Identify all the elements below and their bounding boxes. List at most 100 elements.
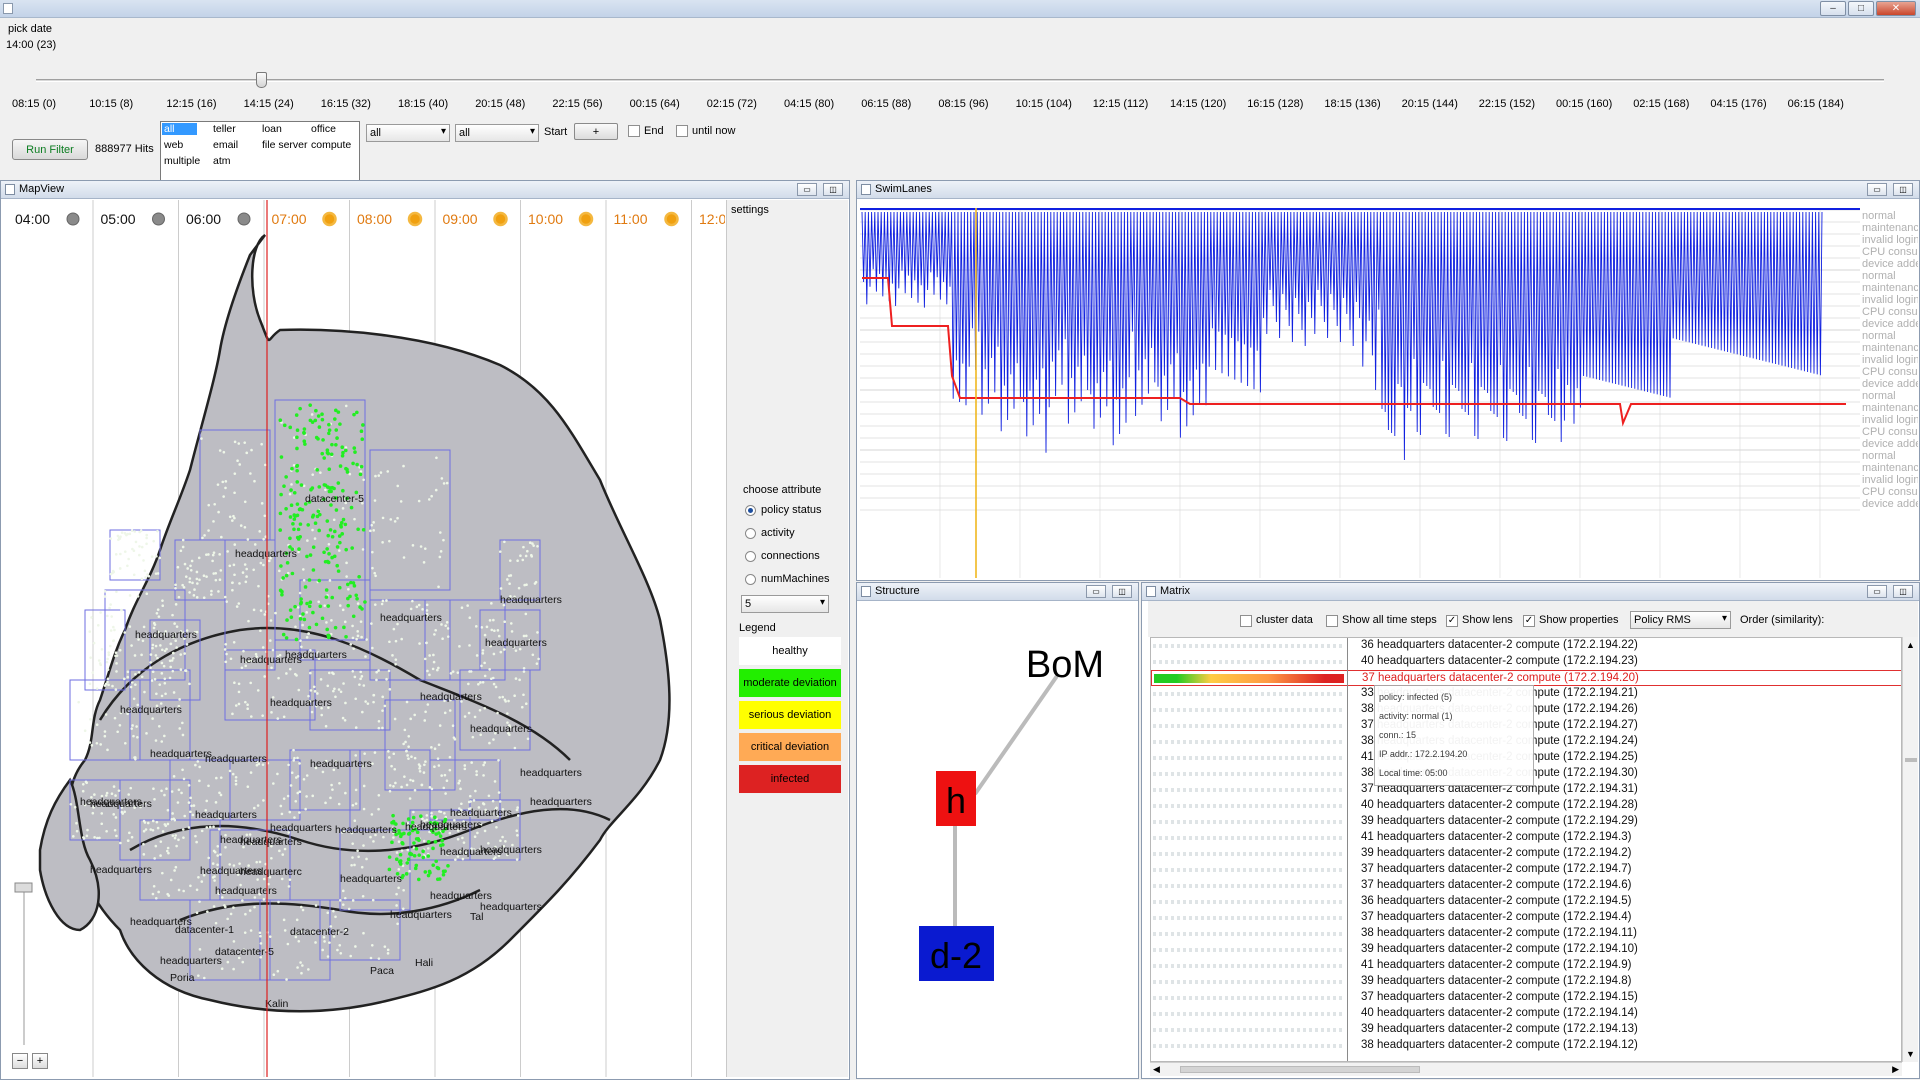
attr-radio-activity[interactable] xyxy=(745,528,756,539)
host-dot xyxy=(468,616,472,619)
maximize-icon[interactable]: ◫ xyxy=(823,183,843,196)
host-dot xyxy=(338,549,341,552)
zoom-out-button[interactable]: − xyxy=(12,1053,28,1069)
structure-node-bom[interactable]: BoM xyxy=(1026,644,1104,686)
swimlanes-canvas[interactable]: normalmaintenanceinvalid loginsCPU consu… xyxy=(860,208,1918,578)
attr-radio-connections[interactable] xyxy=(745,551,756,562)
matrix-row[interactable]: 40 headquarters datacenter-2 compute (17… xyxy=(1151,1006,1901,1022)
maximize-button[interactable]: □ xyxy=(1848,1,1874,16)
host-dot xyxy=(372,529,376,532)
type-item[interactable]: multiple xyxy=(164,155,200,167)
matrix-row[interactable]: 38 headquarters datacenter-2 compute (17… xyxy=(1151,1038,1901,1054)
host-dot xyxy=(228,769,232,773)
host-dot-moderate xyxy=(344,466,348,471)
matrix-row[interactable]: 37 headquarters datacenter-2 compute (17… xyxy=(1151,910,1901,926)
type-item[interactable]: loan xyxy=(262,123,282,135)
host-dot xyxy=(85,834,89,838)
minimize-icon[interactable]: ▭ xyxy=(1867,585,1887,598)
host-dot xyxy=(407,745,410,748)
close-button[interactable]: ✕ xyxy=(1876,1,1916,16)
host-dot xyxy=(312,685,316,689)
hscroll-thumb[interactable] xyxy=(1180,1066,1420,1073)
host-dot xyxy=(246,538,250,541)
start-add-button[interactable]: + xyxy=(574,123,618,140)
matrix-row[interactable]: 39 headquarters datacenter-2 compute (17… xyxy=(1151,814,1901,830)
host-dot xyxy=(107,683,110,687)
matrix-row[interactable]: 39 headquarters datacenter-2 compute (17… xyxy=(1151,942,1901,958)
structure-node-d2[interactable]: d-2 xyxy=(930,935,982,976)
matrix-row[interactable]: 39 headquarters datacenter-2 compute (17… xyxy=(1151,1022,1901,1038)
scroll-left-icon[interactable]: ◀ xyxy=(1153,1064,1160,1075)
host-dot xyxy=(311,528,314,532)
attr-radio-nummachines[interactable] xyxy=(745,574,756,585)
run-filter-button[interactable]: Run Filter xyxy=(12,139,88,160)
structure-canvas[interactable]: BoM h d-2 xyxy=(857,601,1137,1076)
matrix-row[interactable]: 37 headquarters datacenter-2 compute (17… xyxy=(1151,878,1901,894)
minimize-button[interactable]: – xyxy=(1820,1,1846,16)
scroll-thumb[interactable] xyxy=(1905,758,1917,762)
show-lens-checkbox[interactable]: ✓ xyxy=(1446,615,1458,627)
matrix-row[interactable]: 37 headquarters datacenter-2 compute (17… xyxy=(1151,670,1901,686)
scroll-right-icon[interactable]: ▶ xyxy=(1892,1064,1899,1075)
matrix-row[interactable]: 38 headquarters datacenter-2 compute (17… xyxy=(1151,926,1901,942)
show-all-checkbox[interactable] xyxy=(1326,615,1338,627)
map-canvas[interactable]: 04:00 05:00 06:00 07:00 08:00 09:00 10:00 11:00… xyxy=(10,200,725,1077)
policy-combo[interactable]: Policy RMS xyxy=(1630,611,1731,629)
matrix-row[interactable]: 37 headquarters datacenter-2 compute (17… xyxy=(1151,862,1901,878)
type-item[interactable]: all xyxy=(162,123,197,135)
matrix-row[interactable]: 39 headquarters datacenter-2 compute (17… xyxy=(1151,846,1901,862)
zoom-slider-thumb[interactable] xyxy=(14,882,33,893)
host-dot-moderate xyxy=(302,617,307,622)
matrix-row[interactable]: 40 headquarters datacenter-2 compute (17… xyxy=(1151,654,1901,670)
end-checkbox[interactable] xyxy=(628,125,640,137)
structure-svg[interactable]: BoM h d-2 xyxy=(857,601,1137,1076)
structure-title: Structure xyxy=(875,585,920,597)
minimize-icon[interactable]: ▭ xyxy=(797,183,817,196)
host-dot xyxy=(200,437,203,440)
until-now-checkbox[interactable] xyxy=(676,125,688,137)
type-item[interactable]: web xyxy=(164,139,183,151)
matrix-row-label: 36 headquarters datacenter-2 compute (17… xyxy=(1361,639,1638,651)
minimize-icon[interactable]: ▭ xyxy=(1867,183,1887,196)
site-combo[interactable]: all xyxy=(455,124,539,142)
matrix-row[interactable]: 41 headquarters datacenter-2 compute (17… xyxy=(1151,958,1901,974)
host-dot xyxy=(175,625,179,628)
minimize-icon[interactable]: ▭ xyxy=(1086,585,1106,598)
location-combo[interactable]: all xyxy=(366,124,450,142)
host-dot xyxy=(388,789,392,793)
type-listbox[interactable]: all web multiple teller email atm loan f… xyxy=(160,121,360,181)
host-dot xyxy=(461,836,464,840)
date-slider-track[interactable] xyxy=(36,79,1884,82)
type-item[interactable]: compute xyxy=(311,139,351,151)
cluster-data-checkbox[interactable] xyxy=(1240,615,1252,627)
matrix-row[interactable]: 36 headquarters datacenter-2 compute (17… xyxy=(1151,894,1901,910)
hour-label: 09:00 xyxy=(443,211,478,227)
type-item[interactable]: teller xyxy=(213,123,236,135)
matrix-row[interactable]: 39 headquarters datacenter-2 compute (17… xyxy=(1151,974,1901,990)
attr-radio-policy[interactable] xyxy=(745,505,756,516)
maximize-icon[interactable]: ◫ xyxy=(1893,585,1913,598)
host-dot xyxy=(285,672,288,675)
matrix-horizontal-scrollbar[interactable]: ◀ ▶ xyxy=(1150,1062,1902,1076)
type-item[interactable]: atm xyxy=(213,155,231,167)
matrix-row[interactable]: 40 headquarters datacenter-2 compute (17… xyxy=(1151,798,1901,814)
count-combo[interactable]: 5 xyxy=(741,595,829,613)
structure-node-h[interactable]: h xyxy=(946,780,966,821)
type-item[interactable]: email xyxy=(213,139,238,151)
scroll-up-icon[interactable]: ▲ xyxy=(1906,640,1915,650)
maximize-icon[interactable]: ◫ xyxy=(1893,183,1913,196)
zoom-in-button[interactable]: + xyxy=(32,1053,48,1069)
type-item[interactable]: file server xyxy=(262,139,308,151)
matrix-row[interactable]: 37 headquarters datacenter-2 compute (17… xyxy=(1151,990,1901,1006)
maximize-icon[interactable]: ◫ xyxy=(1112,585,1132,598)
map-svg[interactable]: 04:00 05:00 06:00 07:00 08:00 09:00 10:00 11:00… xyxy=(10,200,725,1077)
type-item[interactable]: office xyxy=(311,123,336,135)
host-dot xyxy=(354,697,358,701)
swimlanes-svg[interactable]: normalmaintenanceinvalid loginsCPU consu… xyxy=(860,208,1918,578)
show-properties-checkbox[interactable]: ✓ xyxy=(1523,615,1535,627)
date-slider-thumb[interactable] xyxy=(256,72,268,88)
scroll-down-icon[interactable]: ▼ xyxy=(1906,1049,1915,1059)
matrix-row[interactable]: 36 headquarters datacenter-2 compute (17… xyxy=(1151,638,1901,654)
matrix-vertical-scrollbar[interactable]: ▲ ▼ xyxy=(1902,637,1918,1062)
matrix-row[interactable]: 41 headquarters datacenter-2 compute (17… xyxy=(1151,830,1901,846)
